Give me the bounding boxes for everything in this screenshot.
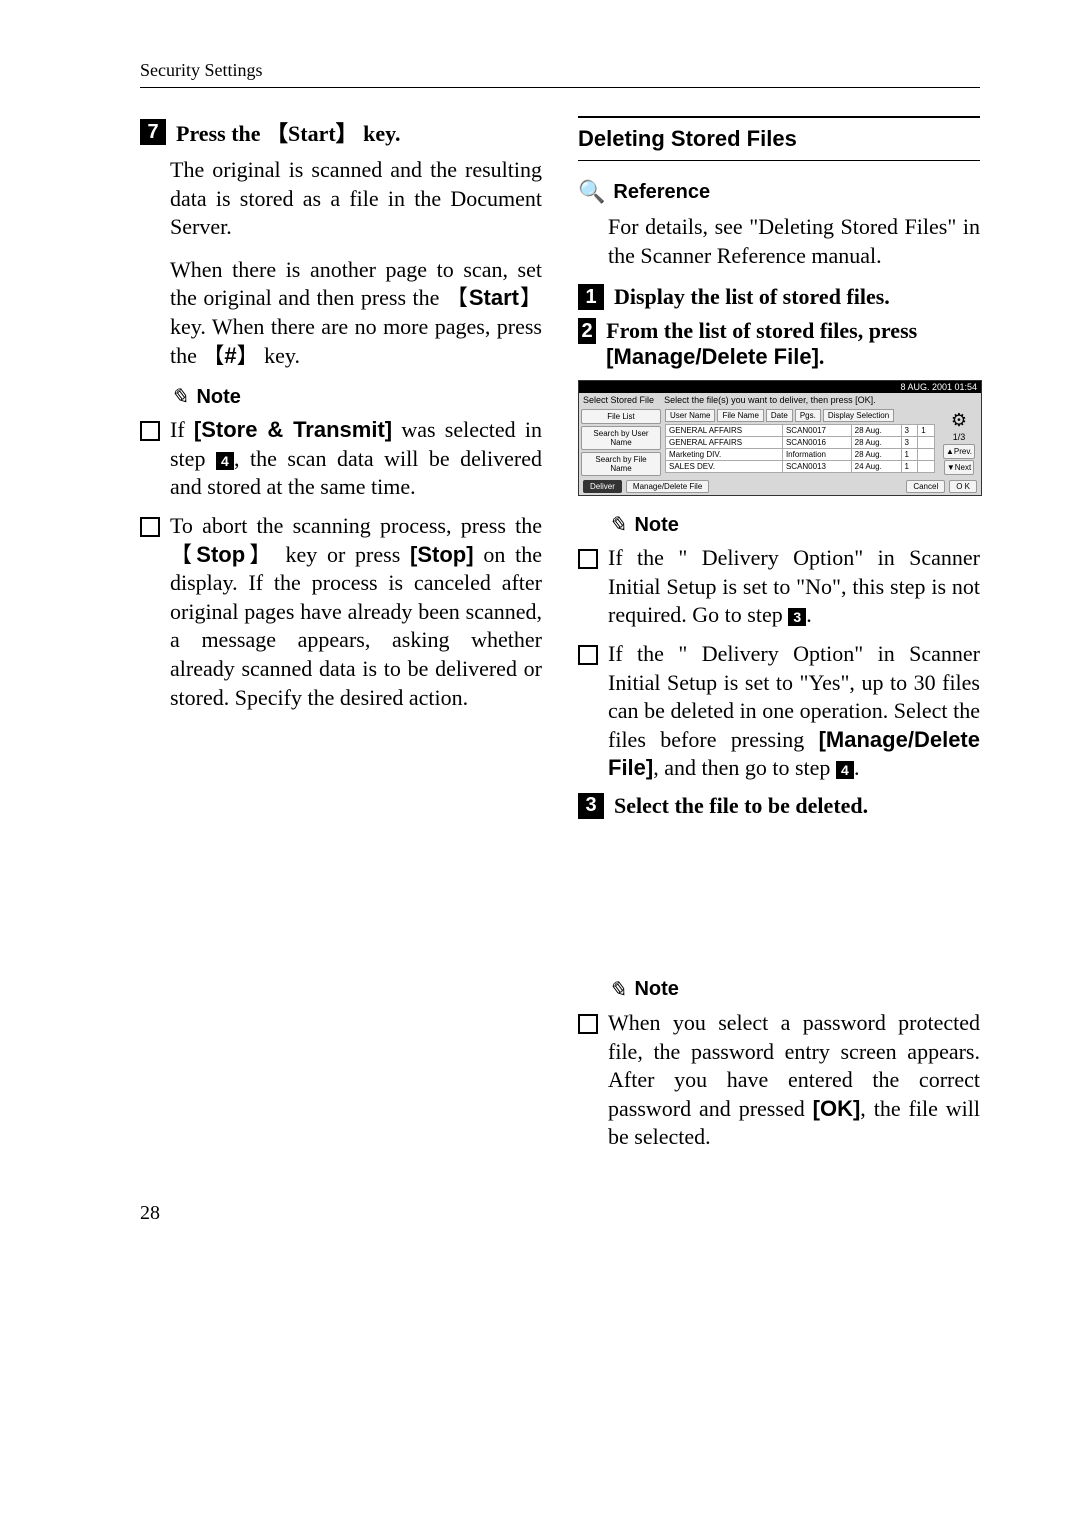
right-column: Deleting Stored Files 🔍 Reference For de… [578,112,980,1162]
ok-button[interactable]: O K [949,480,977,493]
table-row[interactable]: GENERAL AFFAIRSSCAN001628 Aug.3 [666,437,935,449]
note-item-1: If [Store & Transmit] was selected in st… [140,416,542,502]
note-heading-right: ✎ Note [608,512,980,538]
note-label-left: Note [196,386,240,409]
reference-heading: 🔍 Reference [578,179,980,205]
step-7-text: Press the 【Start】 key. [176,116,400,148]
left-column: 7 Press the 【Start】 key. The original is… [140,112,542,1162]
bullet-icon [578,549,598,569]
note-option-2: If the " Delivery Option" in Scanner Ini… [578,640,980,783]
tab-user-name[interactable]: User Name [665,409,715,422]
note-heading-right-2: ✎ Note [608,977,980,1003]
p2c: key. [259,343,300,368]
pager-label: 1/3 [953,432,966,442]
step-3-text: Select the file to be deleted. [614,793,868,819]
note-heading-left: ✎ Note [170,384,542,410]
note-item-2: To abort the scanning process, press the… [140,512,542,712]
file-table: GENERAL AFFAIRSSCAN001728 Aug.31 GENERAL… [665,424,935,473]
stored-file-screenshot: 8 AUG. 2001 01:54 Select Stored File Sel… [578,380,982,496]
tab-display-selection[interactable]: Display Selection [823,409,894,422]
page-header: Security Settings [140,60,980,88]
manage-delete-file-button[interactable]: Manage/Delete File [626,480,709,493]
scr-right-side: ⚙ 1/3 ▲Prev. ▼Next [937,407,981,478]
p1: The original is scanned and the resultin… [170,156,542,242]
reference-text: For details, see "Deleting Stored Files"… [608,213,980,270]
page-number: 28 [140,1202,980,1225]
hash-key: # [202,343,258,368]
scr-datetime: 8 AUG. 2001 01:54 [579,381,981,393]
scr-header-left: Select Stored File [583,395,654,405]
bullet-icon [578,1014,598,1034]
cancel-button[interactable]: Cancel [906,480,945,493]
opt1b: . [806,602,812,627]
reference-label: Reference [613,181,710,204]
table-row[interactable]: SALES DEV.SCAN001324 Aug.1 [666,461,935,473]
manage-delete-bold: [Manage/Delete File] [606,344,819,369]
store-transmit-bold: [Store & Transmit] [194,417,392,442]
step-1: 1 Display the list of stored files. [578,284,980,310]
li2b: key or press [276,542,410,567]
step-badge-7: 7 [140,119,166,145]
step2a: From the list of stored files, press [606,318,917,343]
bullet-icon [140,517,160,537]
tab-file-name[interactable]: File Name [717,409,763,422]
tab-date[interactable]: Date [766,409,793,422]
pencil-icon: ✎ [170,384,188,410]
step-1-text: Display the list of stored files. [614,284,890,310]
file-list-button[interactable]: File List [581,409,661,424]
scr-right-panel: User Name File Name Date Pgs. Display Se… [663,407,937,478]
step-ref-4: 4 [216,452,234,470]
table-row[interactable]: Marketing DIV.Information28 Aug.1 [666,449,935,461]
scr-header: Select Stored File Select the file(s) yo… [579,393,981,407]
deleting-stored-files-heading: Deleting Stored Files [578,126,797,151]
pencil-icon: ✎ [608,512,626,538]
magnifier-icon: 🔍 [578,179,605,205]
li2a: To abort the scanning process, press the [170,513,542,538]
next-button[interactable]: ▼Next [944,460,974,475]
li1a: If [170,417,194,442]
deliver-button[interactable]: Deliver [583,480,622,493]
step2b: . [819,344,825,369]
opt2c: . [854,755,860,780]
stop-bold: [Stop] [410,542,474,567]
bullet-icon [578,645,598,665]
bullet-icon [140,421,160,441]
note-label-right-2: Note [634,978,678,1001]
table-row[interactable]: GENERAL AFFAIRSSCAN001728 Aug.31 [666,425,935,437]
search-user-name-button[interactable]: Search by User Name [581,426,661,450]
tools-icon: ⚙ [951,410,967,431]
step-ref-4b: 4 [836,761,854,779]
step-badge-2: 2 [578,318,596,344]
section-heading-wrap: Deleting Stored Files [578,116,980,161]
start-key: Start [446,285,542,310]
note-password: When you select a password protected fil… [578,1009,980,1152]
step-3: 3 Select the file to be deleted. [578,793,980,819]
step-ref-3: 3 [788,608,806,626]
opt2b: , and then go to step [653,755,836,780]
p2: When there is another page to scan, set … [170,256,542,370]
pencil-icon: ✎ [608,977,626,1003]
search-file-name-button[interactable]: Search by File Name [581,452,661,476]
prev-button[interactable]: ▲Prev. [943,444,975,459]
scr-header-right: Select the file(s) you want to deliver, … [664,395,876,405]
tab-pages[interactable]: Pgs. [795,409,821,422]
note-label-right: Note [634,514,678,537]
step-badge-1: 1 [578,284,604,310]
ok-bold: [OK] [813,1096,861,1121]
step-2-text: From the list of stored files, press [Ma… [606,318,980,370]
step-7: 7 Press the 【Start】 key. [140,116,542,148]
stop-key: Stop [170,542,276,567]
scr-left-panel: File List Search by User Name Search by … [579,407,663,478]
note-option-1: If the " Delivery Option" in Scanner Ini… [578,544,980,630]
step-2: 2 From the list of stored files, press [… [578,318,980,370]
step-badge-3: 3 [578,793,604,819]
